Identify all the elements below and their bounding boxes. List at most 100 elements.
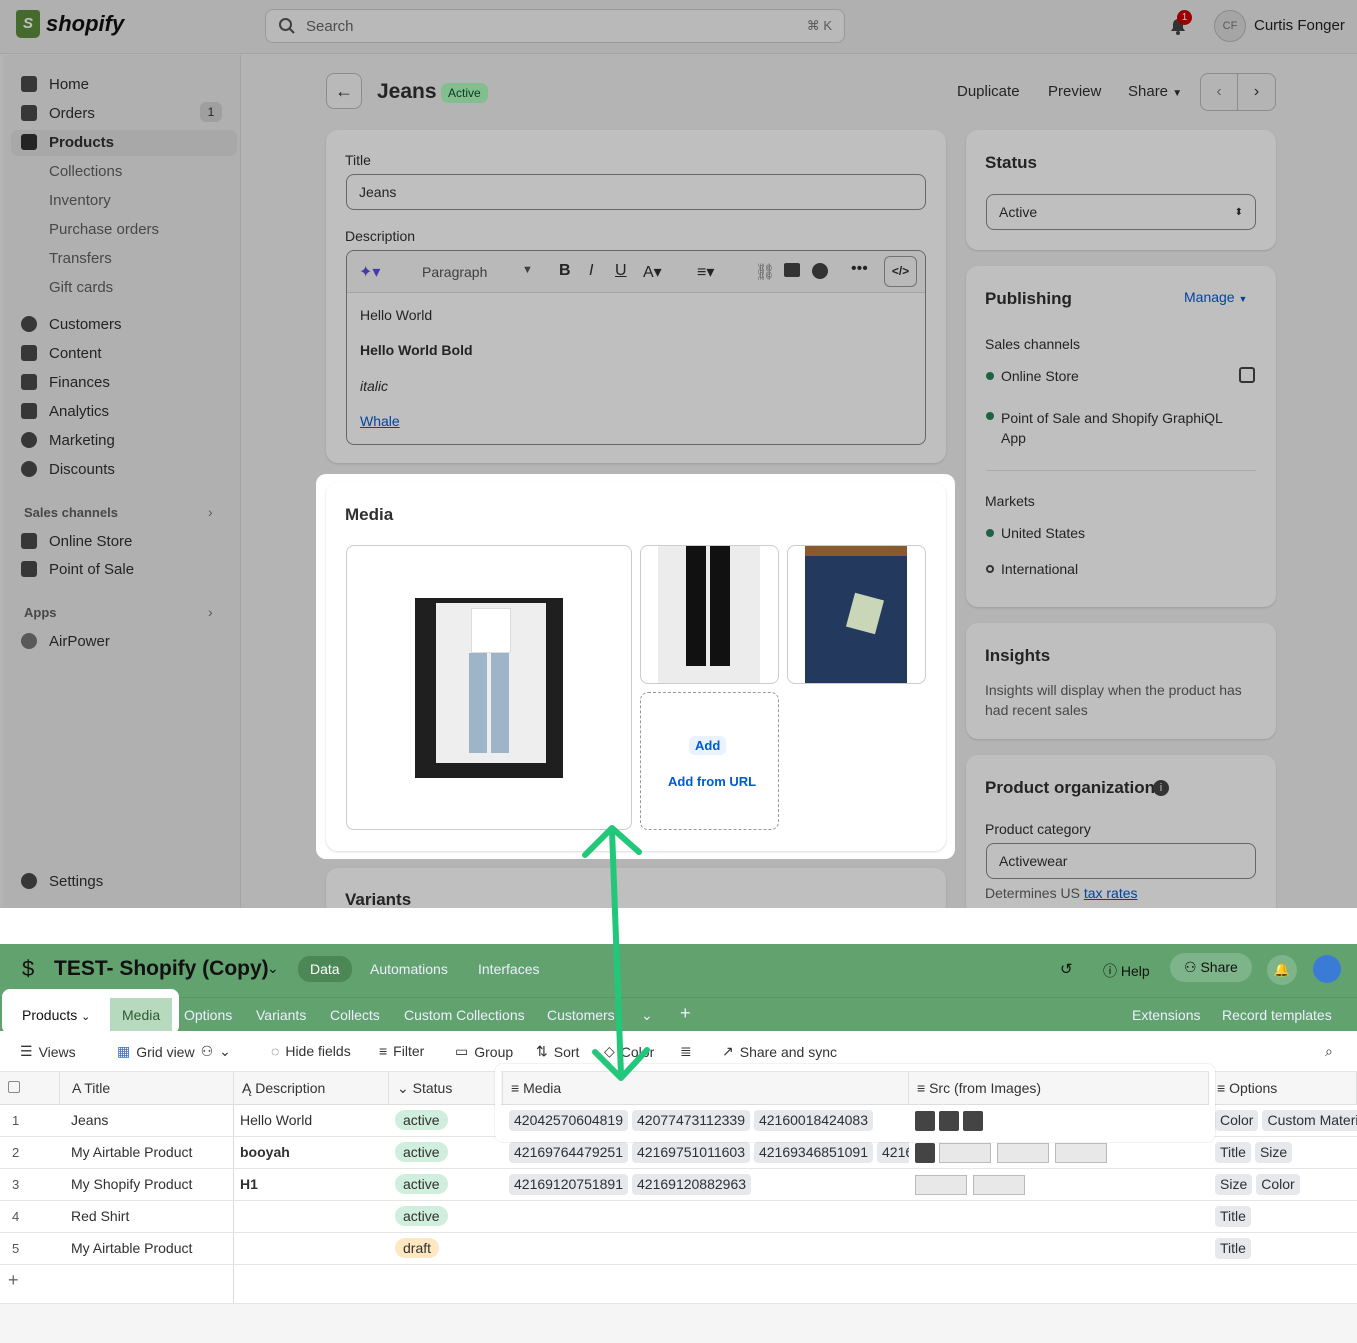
cell-description[interactable]: H1 [234, 1169, 389, 1201]
nav-content[interactable]: Content [21, 341, 102, 365]
back-button[interactable]: ← [326, 73, 362, 109]
linked-record-chip[interactable]: 42169764479251 [509, 1142, 629, 1163]
cell-media[interactable] [503, 1201, 909, 1233]
bold-icon[interactable]: B [559, 262, 571, 280]
image-thumbnail[interactable] [973, 1175, 1025, 1196]
table-tab-variants[interactable]: Variants [256, 1007, 306, 1023]
paragraph-select[interactable]: Paragraph [422, 264, 487, 280]
cell-src-images[interactable] [909, 1201, 1209, 1233]
nav-gift-cards[interactable]: Gift cards [49, 275, 113, 299]
hide-fields-button[interactable]: ◌ Hide fields [271, 1043, 351, 1059]
search-icon[interactable]: ⌕ [1325, 1043, 1333, 1060]
cell-media[interactable]: 42169120751891 42169120882963 [503, 1169, 909, 1201]
linked-record-chip[interactable]: Custom Materia [1262, 1110, 1357, 1131]
column-description[interactable]: Ą Description [234, 1072, 389, 1105]
image-thumbnail[interactable] [939, 1143, 991, 1164]
avatar[interactable]: CF [1214, 10, 1246, 42]
nav-analytics[interactable]: Analytics [21, 399, 109, 423]
linked-record-chip[interactable]: Color [1256, 1174, 1300, 1195]
linked-record-chip[interactable]: 42169120751891 [509, 1174, 629, 1195]
table-tab-media[interactable]: Media [110, 998, 172, 1031]
linked-record-chip[interactable]: 42169 [877, 1142, 909, 1163]
cell-status[interactable]: draft [389, 1233, 503, 1265]
column-options[interactable]: ≡ Options [1209, 1072, 1357, 1105]
linked-record-chip[interactable]: Size [1254, 1142, 1293, 1163]
extensions-button[interactable]: Extensions [1132, 1007, 1200, 1023]
linked-record-chip[interactable]: 42169751011603 [632, 1142, 750, 1163]
media-thumb-3[interactable] [787, 545, 926, 684]
linked-record-chip[interactable]: 42169346851091 [753, 1142, 873, 1163]
nav-finances[interactable]: Finances [21, 370, 110, 394]
cell-status[interactable]: active [389, 1169, 503, 1201]
nav-transfers[interactable]: Transfers [49, 246, 112, 270]
sales-channels-heading[interactable]: Sales channels [24, 505, 118, 520]
add-from-url-button[interactable]: Add from URL [668, 774, 756, 789]
media-dropzone[interactable]: Add Add from URL [640, 692, 779, 830]
magic-icon[interactable]: ✦▾ [359, 262, 380, 282]
cell-status[interactable]: active [389, 1137, 503, 1169]
help-button[interactable]: ⓘ Help [1103, 961, 1150, 981]
cell-src-images[interactable] [909, 1169, 1209, 1201]
filter-button[interactable]: ≡ Filter [379, 1043, 424, 1059]
base-name[interactable]: TEST- Shopify (Copy) [54, 957, 269, 981]
status-select[interactable]: Active ⬍ [986, 194, 1256, 230]
select-all-checkbox[interactable] [0, 1072, 60, 1105]
nav-online-store[interactable]: Online Store [21, 529, 132, 553]
cell-options[interactable]: Color Custom Materia [1209, 1105, 1357, 1137]
table-tab-custom-collections[interactable]: Custom Collections [404, 1007, 525, 1023]
nav-airpower[interactable]: AirPower [21, 629, 110, 653]
underline-icon[interactable]: U [615, 262, 627, 280]
link-icon[interactable]: ⛓ [755, 262, 775, 282]
table-row[interactable]: 3 My Shopify Product H1 active 4216912075189… [0, 1169, 1357, 1201]
apps-heading[interactable]: Apps [24, 605, 57, 620]
italic-icon[interactable]: I [589, 262, 593, 280]
table-row[interactable]: 5 My Airtable Product draft Title [0, 1233, 1357, 1265]
duplicate-button[interactable]: Duplicate [957, 83, 1020, 100]
image-icon[interactable] [784, 263, 800, 277]
media-main[interactable] [346, 545, 632, 830]
manage-button[interactable]: Manage ▼ [1184, 289, 1247, 305]
cell-title[interactable]: My Airtable Product [60, 1233, 234, 1265]
user-name[interactable]: Curtis Fonger [1254, 17, 1345, 34]
calendar-icon[interactable] [1239, 367, 1255, 383]
image-thumbnail[interactable] [915, 1143, 935, 1164]
add-table-icon[interactable]: + [680, 1003, 691, 1024]
linked-record-chip[interactable]: Size [1215, 1174, 1253, 1195]
image-thumbnail[interactable] [915, 1175, 967, 1196]
image-thumbnail[interactable] [997, 1143, 1049, 1164]
grid-view-button[interactable]: ▦ Grid view ⚇ ⌄ [117, 1043, 231, 1060]
sort-button[interactable]: ⇅ Sort [536, 1043, 579, 1060]
description-editor[interactable]: ✦▾ Paragraph ▼ B I U A▾ ≡▾ ⛓ ••• </> Hel… [346, 250, 926, 445]
linked-record-chip[interactable]: 42169120882963 [632, 1174, 752, 1195]
record-templates-button[interactable]: Record templates [1222, 1007, 1332, 1023]
title-input[interactable]: Jeans [346, 174, 926, 210]
cell-title[interactable]: My Airtable Product [60, 1137, 234, 1169]
nav-inventory[interactable]: Inventory [49, 188, 111, 212]
cell-title[interactable]: My Shopify Product [60, 1169, 234, 1201]
cell-status[interactable]: active [389, 1105, 503, 1137]
cell-description[interactable] [234, 1233, 389, 1265]
video-icon[interactable] [812, 263, 828, 279]
cell-description[interactable]: Hello World [234, 1105, 389, 1137]
add-record-icon[interactable]: + [8, 1270, 19, 1291]
search-input[interactable]: Search ⌘ K [265, 9, 845, 43]
chevron-down-icon[interactable]: ⌄ [267, 960, 279, 977]
cell-options[interactable]: Title Size [1209, 1137, 1357, 1169]
nav-orders[interactable]: Orders [21, 101, 95, 125]
nav-home[interactable]: Home [21, 72, 89, 96]
linked-record-chip[interactable]: Color [1215, 1110, 1259, 1131]
cell-title[interactable]: Red Shirt [60, 1201, 234, 1233]
table-tab-options[interactable]: Options [184, 1007, 232, 1023]
share-button[interactable]: Share ▼ [1128, 83, 1182, 100]
linked-record-chip[interactable]: Title [1215, 1206, 1251, 1227]
nav-collections[interactable]: Collections [49, 159, 122, 183]
cell-options[interactable]: Size Color [1209, 1169, 1357, 1201]
prev-product-button[interactable]: ‹ [1201, 74, 1239, 110]
linked-record-chip[interactable]: Title [1215, 1142, 1251, 1163]
column-status[interactable]: ⌄ Status [389, 1072, 503, 1105]
nav-discounts[interactable]: Discounts [21, 457, 115, 481]
share-sync-button[interactable]: ↗ Share and sync [722, 1043, 837, 1060]
media-thumb-2[interactable] [640, 545, 779, 684]
cell-description[interactable]: booyah [234, 1137, 389, 1169]
next-product-button[interactable]: › [1238, 74, 1275, 110]
